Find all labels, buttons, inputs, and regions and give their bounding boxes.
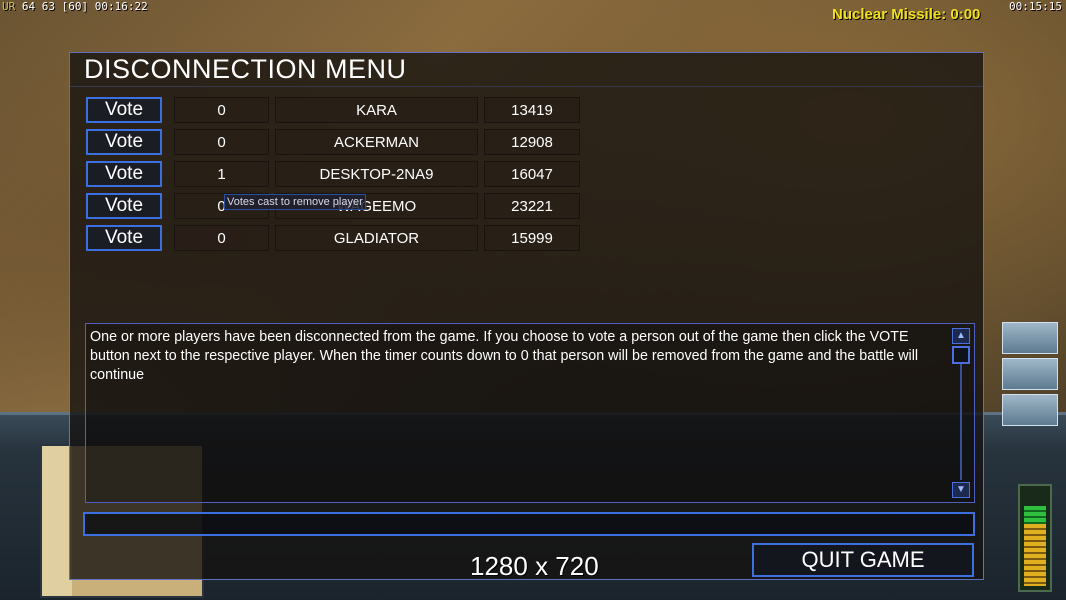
resolution-overlay: 1280 x 720 — [470, 551, 599, 581]
scroll-thumb[interactable] — [952, 346, 970, 364]
hud-right-timer: 00:15:15 — [1009, 0, 1062, 13]
vote-button[interactable]: Vote — [86, 97, 162, 123]
player-list: Vote 0 KARA 13419 Vote 0 ACKERMAN 12908 … — [86, 96, 586, 256]
scroll-down-arrow-icon[interactable]: ▼ — [952, 482, 970, 498]
unit-cameo-jet[interactable] — [1002, 358, 1058, 390]
player-ping: 15999 — [484, 225, 580, 251]
player-votes: 1 — [174, 161, 269, 187]
disconnect-message: One or more players have been disconnect… — [90, 329, 919, 383]
scroll-up-arrow-icon[interactable]: ▲ — [952, 328, 970, 344]
player-ping: 13419 — [484, 97, 580, 123]
quit-game-button[interactable]: QUIT GAME — [752, 543, 974, 577]
message-scrollbar[interactable]: ▲ ▼ — [952, 326, 972, 500]
hud-stats-values: 64 63 [60] — [21, 0, 89, 13]
player-row: Vote 0 ACKERMAN 12908 — [86, 128, 586, 156]
player-name: KARA — [275, 97, 478, 123]
votes-tooltip: Votes cast to remove player — [224, 194, 366, 210]
unit-cameo-satellite[interactable] — [1002, 322, 1058, 354]
player-name: DESKTOP-2NA9 — [275, 161, 478, 187]
chat-input[interactable] — [83, 512, 975, 536]
nuclear-missile-timer: Nuclear Missile: 0:00 — [832, 6, 981, 23]
hud-left-timer: 00:16:22 — [94, 0, 148, 13]
hud-stats-prefix: UR — [2, 0, 16, 13]
player-name: GLADIATOR — [275, 225, 478, 251]
power-meter-fill — [1024, 523, 1046, 586]
player-votes: 0 — [174, 225, 269, 251]
vote-button[interactable]: Vote — [86, 161, 162, 187]
power-meter — [1018, 484, 1052, 592]
player-ping: 16047 — [484, 161, 580, 187]
message-box: One or more players have been disconnect… — [85, 323, 975, 503]
player-votes: 0 — [174, 129, 269, 155]
player-ping: 12908 — [484, 129, 580, 155]
unit-cameo-drone[interactable] — [1002, 394, 1058, 426]
disconnection-dialog: DISCONNECTION MENU Vote 0 KARA 13419 Vot… — [69, 52, 984, 581]
player-row: Vote 1 DESKTOP-2NA9 16047 — [86, 160, 586, 188]
scroll-track[interactable] — [960, 346, 962, 480]
unit-cameo-column — [1002, 322, 1058, 430]
hud-stats: UR 64 63 [60] 00:16:22 — [2, 0, 148, 13]
player-name: ACKERMAN — [275, 129, 478, 155]
vote-button[interactable]: Vote — [86, 193, 162, 219]
player-row: Vote 0 KARA 13419 — [86, 96, 586, 124]
power-meter-top — [1024, 506, 1046, 524]
vote-button[interactable]: Vote — [86, 225, 162, 251]
player-ping: 23221 — [484, 193, 580, 219]
vote-button[interactable]: Vote — [86, 129, 162, 155]
player-votes: 0 — [174, 97, 269, 123]
player-row: Vote 0 GLADIATOR 15999 — [86, 224, 586, 252]
dialog-title: DISCONNECTION MENU — [84, 54, 407, 84]
